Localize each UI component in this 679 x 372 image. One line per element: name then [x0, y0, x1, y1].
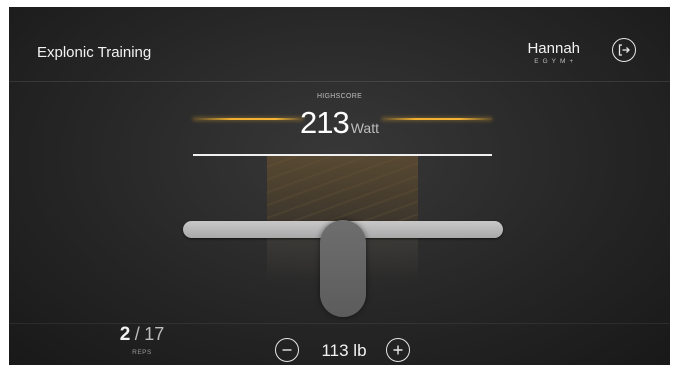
- target-line: [193, 154, 492, 156]
- logout-button[interactable]: [612, 38, 636, 62]
- highscore-number: 213: [300, 105, 350, 140]
- reps-separator: /: [134, 324, 140, 344]
- reps-counter: 2 / 17: [117, 324, 167, 346]
- top-bar: Explonic Training Hannah EGYM+: [9, 7, 670, 82]
- reps-total: 17: [144, 324, 165, 344]
- weight-value: 113 lb: [321, 341, 367, 360]
- minus-icon: [282, 349, 292, 351]
- user-name: Hannah: [527, 40, 580, 57]
- user-profile[interactable]: Hannah EGYM+: [527, 40, 580, 65]
- brand-logo: EGYM+: [534, 58, 578, 65]
- app-title: Explonic Training: [37, 44, 152, 61]
- movement-handle[interactable]: [320, 220, 366, 317]
- increase-weight-button[interactable]: [386, 338, 410, 362]
- highscore-unit: Watt: [350, 120, 379, 136]
- movement-range-band: [267, 156, 418, 221]
- plus-icon: [393, 345, 403, 355]
- decrease-weight-button[interactable]: [275, 338, 299, 362]
- reps-current: 2: [119, 324, 131, 345]
- highscore-marker-left: [193, 118, 303, 120]
- logout-icon: [618, 44, 630, 56]
- highscore-value: 213 Watt: [9, 105, 670, 141]
- reps-label: REPS: [132, 349, 152, 356]
- highscore-label: HIGHSCORE: [316, 93, 363, 100]
- training-screen: Explonic Training Hannah EGYM+ HIGHSCORE…: [9, 7, 670, 365]
- highscore-marker-right: [382, 118, 492, 120]
